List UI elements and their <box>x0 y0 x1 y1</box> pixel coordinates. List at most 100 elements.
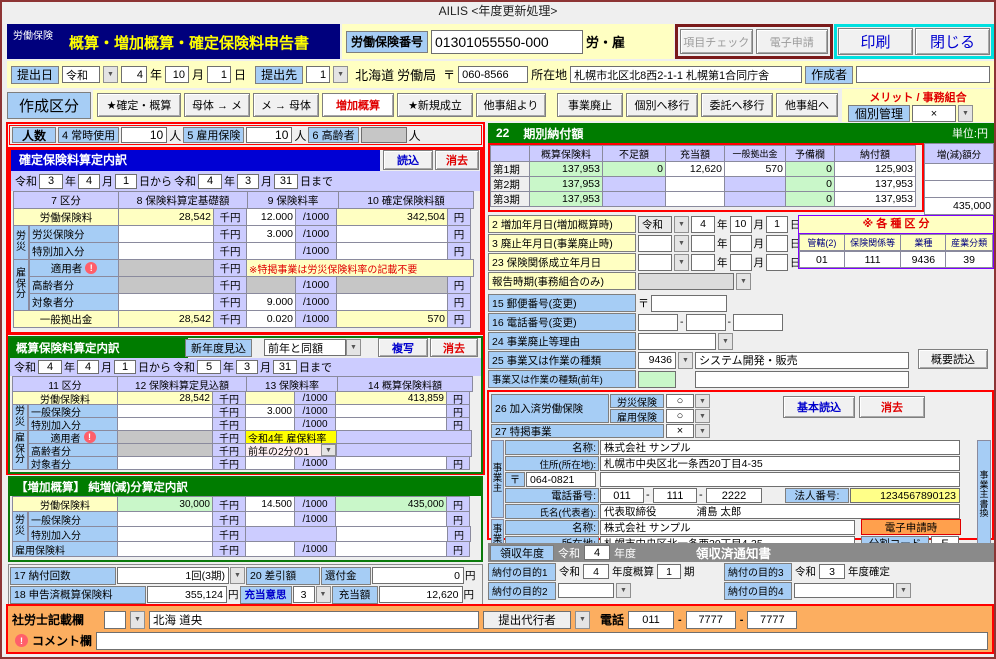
haishi-era-select[interactable] <box>638 234 672 252</box>
tajikumi-e-button[interactable]: 他事組へ <box>776 93 838 117</box>
amount-cell[interactable]: 570 <box>336 310 448 328</box>
me-botai-button[interactable]: メ → 母体 <box>253 93 319 117</box>
kobetsu-kanri-field[interactable]: × <box>912 105 956 122</box>
zouka-year-field[interactable]: 4 <box>691 215 715 233</box>
close-button[interactable]: 閉じる <box>915 28 990 55</box>
amount-cell[interactable]: 435,000 <box>335 496 447 512</box>
submit-day-field[interactable]: 1 <box>207 66 232 83</box>
amount-cell[interactable] <box>335 404 447 418</box>
mokuteki4-select[interactable] <box>794 583 894 598</box>
zouka-gaisan-button[interactable]: 増加概算 <box>322 93 394 117</box>
daiko-select[interactable]: 提出代行者 <box>483 610 571 629</box>
gaisan-period-m1[interactable]: 4 <box>77 360 99 374</box>
bureau-addr-field[interactable]: 札幌市北区北8西2-1-1 札幌第1合同庁舎 <box>570 66 803 83</box>
chevron-down-icon[interactable]: ▼ <box>346 339 361 356</box>
basis-cell[interactable] <box>117 541 213 557</box>
basis-cell[interactable]: 28,542 <box>118 310 214 328</box>
print-button[interactable]: 印刷 <box>838 28 913 55</box>
sharoshi-code-field[interactable] <box>104 610 126 629</box>
kakutei-gaisan-button[interactable]: ★確定・概算 <box>97 93 181 117</box>
postal-change-field[interactable] <box>651 294 727 312</box>
kakutei-period-d2[interactable]: 31 <box>274 173 298 189</box>
mokuteki1-year[interactable]: 4 <box>583 564 609 579</box>
owner-tel-3[interactable]: 2222 <box>706 488 762 503</box>
ryoshu-year-field[interactable]: 4 <box>584 545 610 560</box>
itaku-ikou-button[interactable]: 委託へ移行 <box>701 93 773 117</box>
amount-cell[interactable] <box>336 225 448 243</box>
kakutei-period-y2[interactable]: 4 <box>198 173 222 189</box>
sharoshi-tel-2[interactable]: 7777 <box>685 610 736 629</box>
chevron-down-icon[interactable]: ▼ <box>230 567 245 584</box>
basis-cell[interactable]: 28,542 <box>117 391 213 405</box>
zouka-month-field[interactable]: 10 <box>729 215 752 233</box>
gaisan-copy-button[interactable]: 複写 <box>378 338 428 357</box>
juto-ishi-field[interactable]: 3 <box>292 586 315 603</box>
chevron-down-icon[interactable]: ▼ <box>958 105 973 122</box>
tel-change-3[interactable] <box>733 313 783 331</box>
author-field[interactable] <box>856 66 990 83</box>
item-check-button[interactable]: 項目チェック <box>680 29 753 54</box>
basis-cell[interactable]: 30,000 <box>117 496 213 512</box>
owner-addr2-field[interactable] <box>600 472 960 487</box>
gaiyo-read-button[interactable]: 概要読込 <box>918 349 988 369</box>
owner-tel-1[interactable]: 011 <box>600 488 644 503</box>
amount-cell[interactable] <box>335 541 447 557</box>
shinkoku-gaisan-field[interactable]: 355,124 <box>147 586 227 603</box>
rate-cell[interactable] <box>245 417 295 431</box>
amount-cell[interactable] <box>335 456 447 470</box>
nofu-cell[interactable]: 125,903 <box>834 161 916 177</box>
haishi-day-field[interactable] <box>766 234 788 252</box>
tokkei-field[interactable]: × <box>666 424 694 438</box>
chevron-down-icon[interactable]: ▼ <box>130 610 145 629</box>
sagyou-name-field[interactable]: システム開発・販売 <box>695 351 909 369</box>
koyou-hoken-field[interactable]: 10 <box>246 127 293 143</box>
chevron-down-icon[interactable]: ▼ <box>695 424 710 438</box>
juto-cell[interactable]: 12,620 <box>665 161 725 177</box>
joji-shiyo-field[interactable]: 10 <box>121 127 168 143</box>
basis-cell[interactable]: 28,542 <box>118 208 214 226</box>
tajikumi-yori-button[interactable]: 他事組より <box>476 93 546 117</box>
sharoshi-tel-3[interactable]: 7777 <box>747 610 798 629</box>
botai-me-button[interactable]: 母体 → メ <box>184 93 250 117</box>
amount-cell[interactable] <box>336 293 448 311</box>
basis-cell[interactable] <box>118 242 214 260</box>
gaisan-period-d2[interactable]: 31 <box>273 360 297 374</box>
rate-cell[interactable]: 0.020 <box>246 310 296 328</box>
tel-change-2[interactable] <box>685 313 726 331</box>
chevron-down-icon[interactable]: ▼ <box>103 66 119 83</box>
kakutei-period-d1[interactable]: 1 <box>115 173 137 189</box>
gaisan-period-y2[interactable]: 5 <box>197 360 221 374</box>
chevron-down-icon[interactable]: ▼ <box>695 394 710 408</box>
rate-cell[interactable] <box>245 541 295 557</box>
zouka-era-select[interactable]: 令和 <box>638 215 672 233</box>
submit-month-field[interactable]: 10 <box>165 66 190 83</box>
e-apply-time-button[interactable]: 電子申請時 <box>861 519 961 535</box>
shinki-button[interactable]: ★新規成立 <box>397 93 473 117</box>
seiritsu-era-select[interactable] <box>638 253 672 271</box>
nofu-cell[interactable]: 137,953 <box>834 176 916 192</box>
chevron-down-icon[interactable]: ▼ <box>695 409 710 423</box>
rousai-hoken-field[interactable]: ○ <box>666 394 694 408</box>
chevron-down-icon[interactable]: ▼ <box>616 583 631 598</box>
chevron-down-icon[interactable]: ▼ <box>674 215 689 233</box>
juto-field[interactable]: 12,620 <box>378 586 463 603</box>
rate-cell[interactable]: 12.000 <box>246 208 296 226</box>
seiritsu-month-field[interactable] <box>729 253 752 271</box>
koyou-hoken2-field[interactable]: ○ <box>666 409 694 423</box>
chevron-down-icon[interactable]: ▼ <box>674 253 689 271</box>
sagyou-code-field[interactable]: 9436 <box>638 351 676 369</box>
chevron-down-icon[interactable]: ▼ <box>896 583 911 598</box>
amount-cell[interactable] <box>335 417 447 431</box>
owner-name-field[interactable]: 株式会社 サンプル <box>600 440 960 455</box>
owner-tel-2[interactable]: 111 <box>653 488 697 503</box>
owner-addr-field[interactable]: 札幌市中央区北一条西20丁目4-35 <box>600 456 960 471</box>
zennen-half-select[interactable]: 前年の2分の1 <box>246 444 321 457</box>
chevron-down-icon[interactable]: ▼ <box>321 444 336 456</box>
houkoku-select[interactable] <box>638 272 734 290</box>
gaisan-newfy-button[interactable]: 新年度見込 <box>185 339 252 357</box>
haishi-month-field[interactable] <box>729 234 752 252</box>
rate-cell[interactable]: 9.000 <box>246 293 296 311</box>
houjin-field[interactable]: 1234567890123 <box>850 488 960 503</box>
comment-field[interactable] <box>96 631 988 650</box>
gaisan-same-select[interactable]: 前年と同額 <box>264 339 346 356</box>
